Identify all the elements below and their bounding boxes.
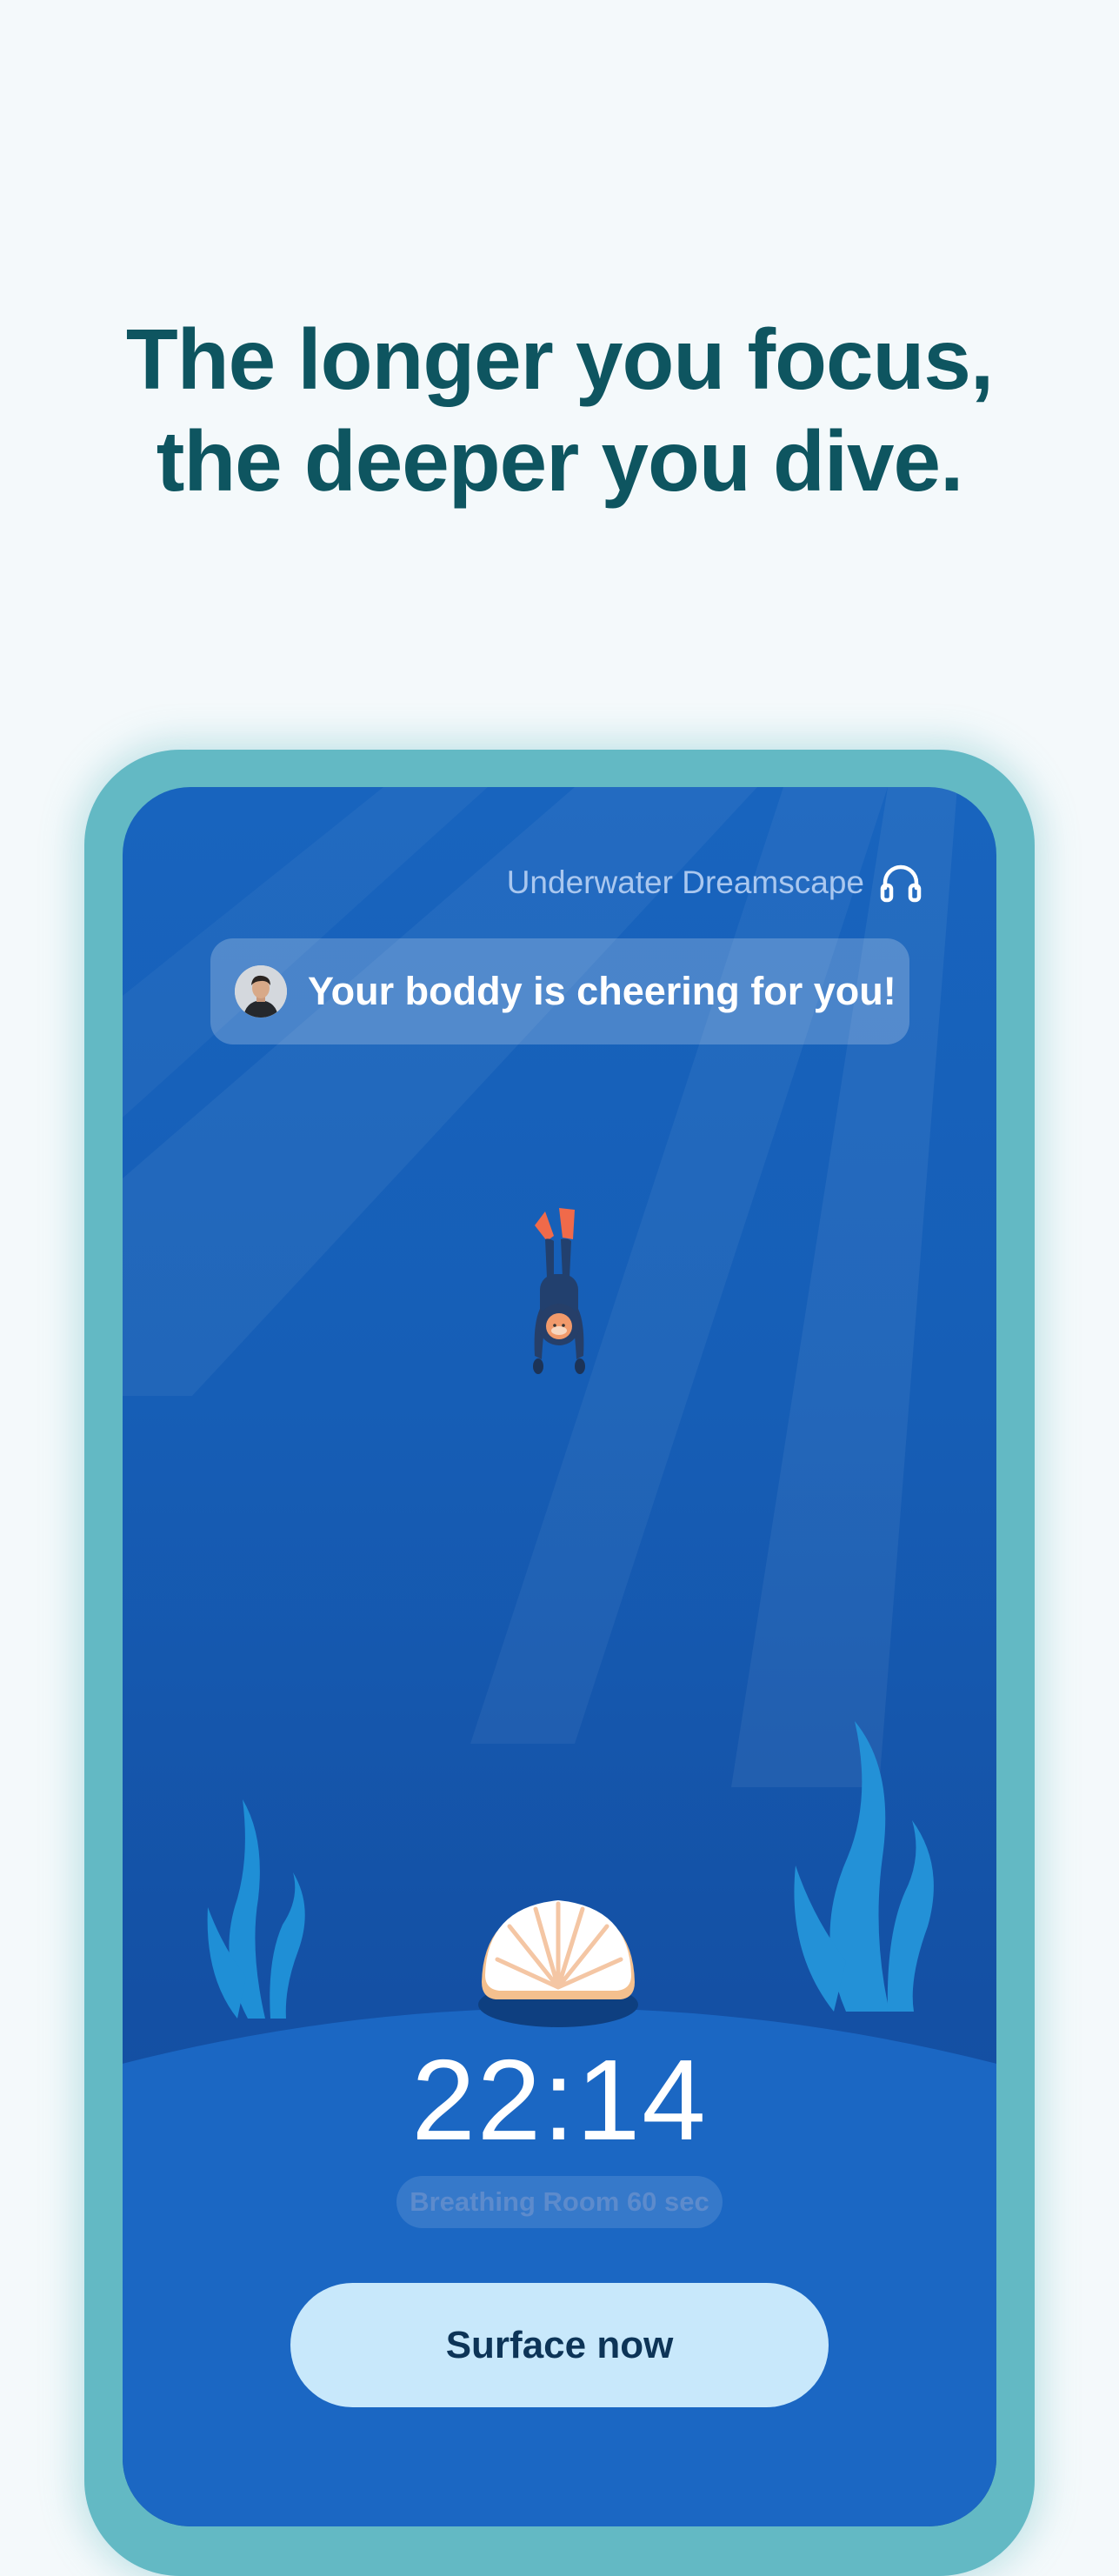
buddy-toast[interactable]: Your boddy is cheering for you! [210, 938, 909, 1044]
headline: The longer you focus, the deeper you div… [0, 309, 1119, 512]
ambient-track-label: Underwater Dreamscape [506, 864, 864, 900]
ambient-sound[interactable]: Underwater Dreamscape [507, 857, 923, 909]
seaweed-right [794, 1721, 934, 2012]
headline-line-2: the deeper you dive. [156, 413, 964, 509]
avatar [235, 965, 287, 1018]
diver-illustration [533, 1208, 585, 1374]
dive-screen: Underwater Dreamscape Your boddy is chee… [123, 787, 996, 2526]
headphones-icon[interactable] [878, 860, 923, 905]
surface-now-button[interactable]: Surface now [290, 2283, 829, 2407]
breathing-room-badge[interactable]: Breathing Room 60 sec [396, 2176, 723, 2228]
toast-message: Your boddy is cheering for you! [308, 969, 896, 1013]
focus-timer: 22:14 [411, 2036, 708, 2164]
headline-line-1: The longer you focus, [125, 311, 994, 407]
clam-shell [478, 1900, 638, 2027]
